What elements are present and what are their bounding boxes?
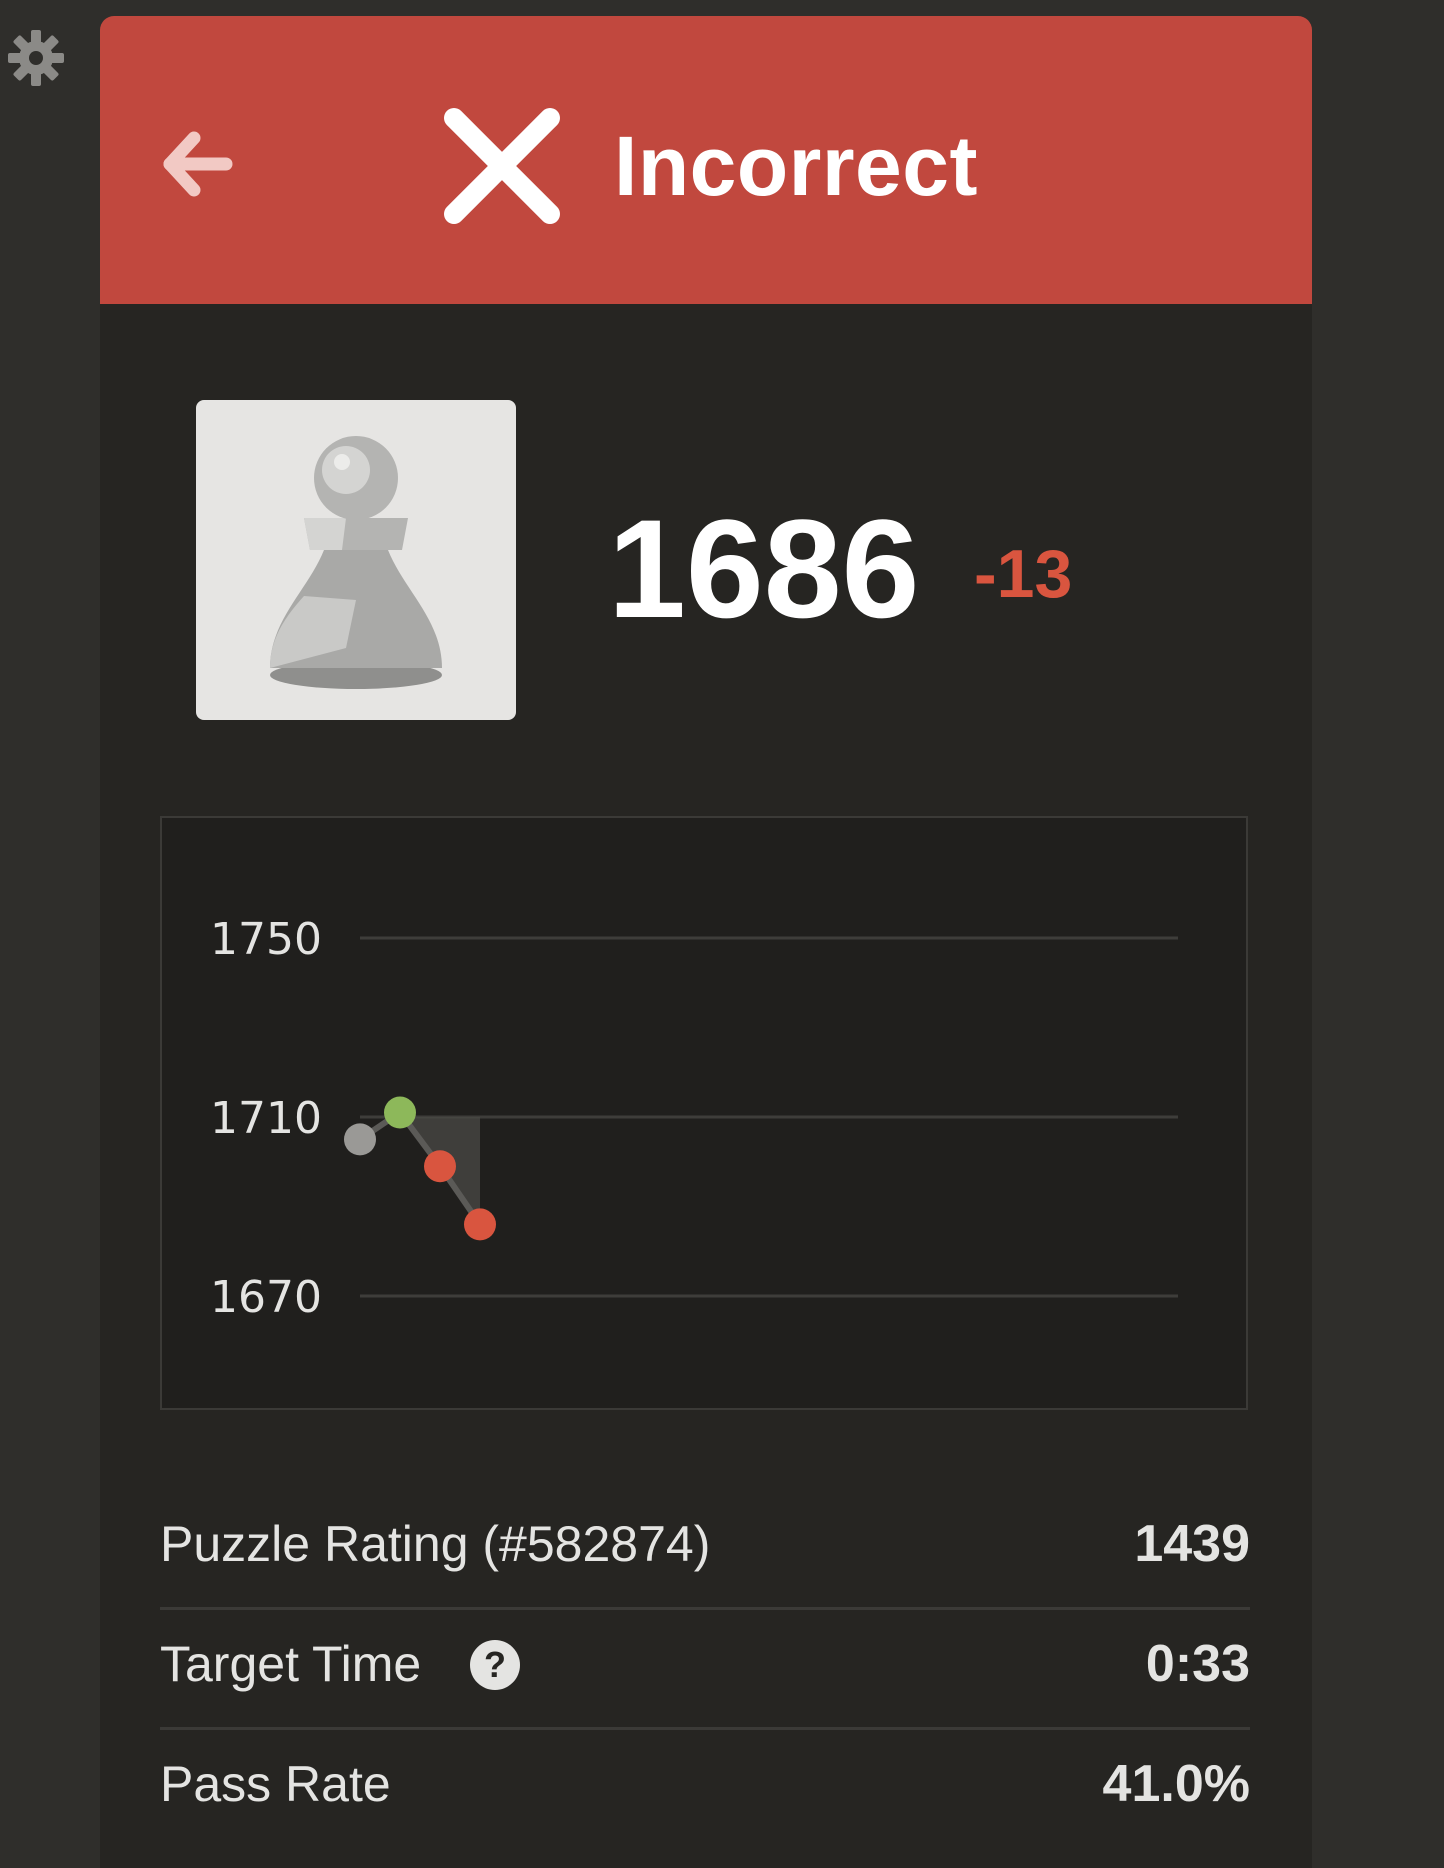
pawn-icon: [270, 436, 442, 689]
stat-label: Puzzle Rating (#582874): [160, 1516, 711, 1572]
data-point-start: [344, 1123, 376, 1156]
y-tick-label: 1670: [210, 1272, 322, 1323]
stat-label: Pass Rate: [160, 1756, 391, 1812]
data-point-correct: [384, 1096, 416, 1129]
stat-row-target-time: Target Time ? 0:33: [160, 1610, 1250, 1730]
rating-chart: 1750 1710 1670: [160, 816, 1248, 1410]
puzzle-stats: Puzzle Rating (#582874) 1439 Target Time…: [160, 1490, 1250, 1850]
rating-chart-svg: 1750 1710 1670: [210, 914, 1178, 1323]
arrow-left-icon: [163, 131, 233, 197]
data-point-incorrect: [424, 1150, 456, 1183]
result-title: Incorrect: [614, 119, 978, 213]
player-rating: 1686: [608, 490, 920, 647]
page: Incorrect 1686 -13 1750 1710 1670 Puzzle R…: [0, 0, 1444, 1868]
rating-change: -13: [974, 536, 1073, 612]
stat-value: 41.0%: [1102, 1755, 1250, 1813]
stat-value: 1439: [1134, 1515, 1250, 1573]
gear-icon[interactable]: [4, 26, 68, 90]
y-tick-label: 1750: [210, 914, 322, 965]
x-icon: [440, 104, 564, 228]
stat-row-pass-rate: Pass Rate 41.0%: [160, 1730, 1250, 1850]
puzzle-result-panel: Incorrect 1686 -13 1750 1710 1670 Puzzle R…: [100, 16, 1312, 1868]
back-button[interactable]: [158, 124, 238, 204]
avatar: [196, 400, 516, 720]
stat-value: 0:33: [1145, 1635, 1250, 1693]
result-header: Incorrect: [100, 16, 1312, 304]
question-circle-icon[interactable]: ?: [470, 1640, 520, 1690]
stat-row-puzzle-rating: Puzzle Rating (#582874) 1439: [160, 1490, 1250, 1610]
y-tick-label: 1710: [210, 1093, 322, 1144]
stat-label: Target Time: [160, 1636, 422, 1692]
data-point-incorrect: [464, 1208, 496, 1241]
